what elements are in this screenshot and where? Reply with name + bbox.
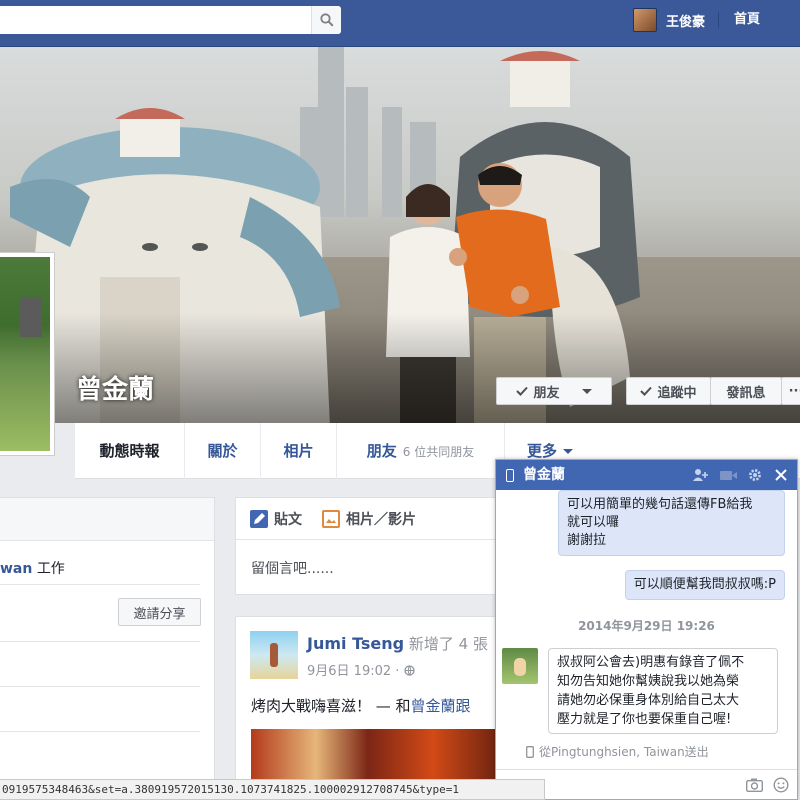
avatar[interactable] (502, 648, 538, 684)
post-composer: 貼文 相片／影片 留個言吧...... (235, 497, 495, 595)
divider (0, 731, 200, 732)
chat-date-divider: 2014年9月29日 19:26 (578, 619, 715, 633)
tab-about-label: 關於 (207, 442, 238, 460)
check-icon (640, 386, 653, 396)
photo-icon (322, 510, 340, 528)
post-date: 9月6日 19:02 · (307, 664, 400, 679)
divider (0, 584, 200, 585)
check-icon (516, 386, 529, 396)
tab-more-label: 更多 (526, 442, 557, 460)
intro-card-header (0, 498, 214, 541)
message-line: 叔叔阿公會去)明惠有錄音了佩不 (557, 655, 745, 670)
message-line: 請她勿必保重身体別給自己太大 (557, 693, 740, 708)
more-options-label: ··· (788, 383, 800, 399)
composer-input[interactable]: 留個言吧...... (251, 558, 334, 578)
composer-photo-label: 相片／影片 (346, 512, 416, 528)
work-info: wan 工作 (0, 558, 65, 578)
post-timestamp[interactable]: 9月6日 19:02 · (307, 660, 415, 679)
feed-post: Jumi Tseng 新增了 4 張 9月6日 19:02 · 烤肉大戰嗨喜滋！… (235, 616, 495, 800)
composer-post-label: 貼文 (274, 512, 302, 528)
message-button[interactable]: 發訊息 (710, 377, 782, 405)
cover-photo[interactable]: 曾金蘭 朋友 追蹤中 發訊息 ··· (0, 47, 800, 423)
divider (0, 641, 200, 642)
profile-picture[interactable] (0, 252, 55, 456)
follow-button-label: 追蹤中 (657, 385, 697, 401)
divider (0, 686, 200, 687)
work-label: 工作 (36, 561, 65, 577)
more-options-button[interactable]: ··· (781, 377, 800, 405)
tab-photos-label: 相片 (283, 442, 314, 460)
friend-button-label: 朋友 (533, 385, 560, 401)
sent-from-location: 從Pingtunghsien, Taiwan送出 (526, 743, 709, 760)
add-friend-icon[interactable] (692, 468, 708, 482)
composer-photo-tab[interactable]: 相片／影片 (322, 509, 416, 529)
message-button-label: 發訊息 (726, 385, 766, 401)
intro-card: wan 工作 邀請分享 (0, 497, 215, 800)
message-line: 就可以囉 (567, 515, 620, 530)
post-header: Jumi Tseng 新增了 4 張 (307, 633, 488, 654)
emoji-icon[interactable] (773, 777, 789, 793)
post-author-link[interactable]: Jumi Tseng (307, 634, 404, 653)
chat-message-incoming: 叔叔阿公會去)明惠有錄音了佩不 知勿告知她你幫姨說我以她為榮 請她勿必保重身体別… (548, 648, 778, 734)
tab-timeline-label: 動態時報 (99, 442, 160, 460)
home-link[interactable]: 首頁 (734, 8, 760, 32)
composer-tabs: 貼文 相片／影片 (236, 498, 495, 540)
follow-button[interactable]: 追蹤中 (626, 377, 711, 405)
globe-icon (403, 665, 415, 677)
search-box (0, 6, 341, 34)
chevron-down-icon (563, 449, 573, 454)
chat-header[interactable]: 曾金蘭 (496, 460, 797, 490)
workplace-link[interactable]: wan (0, 561, 32, 577)
composer-post-tab[interactable]: 貼文 (250, 509, 302, 529)
profile-picture-image (0, 257, 50, 451)
message-line: 壓力就是了你也要保重自己喔! (557, 712, 732, 727)
chat-title: 曾金蘭 (523, 467, 565, 483)
top-navigation-bar: 王俊豪 首頁 (0, 0, 800, 47)
tab-about[interactable]: 關於 (185, 423, 261, 479)
video-call-icon[interactable] (720, 470, 738, 481)
tagged-user-link[interactable]: 曾金蘭跟 (411, 697, 471, 715)
friend-button[interactable]: 朋友 (496, 377, 612, 405)
gear-icon[interactable] (748, 468, 762, 482)
sent-from-text: 從Pingtunghsien, Taiwan送出 (539, 745, 709, 759)
mobile-icon (506, 469, 514, 482)
user-profile-link[interactable]: 王俊豪 (633, 8, 705, 32)
user-name: 王俊豪 (666, 14, 706, 30)
cover-shade (0, 313, 800, 423)
message-line: 知勿告知她你幫姨說我以她為榮 (557, 674, 740, 689)
post-text-body: 烤肉大戰嗨喜滋！ — 和 (251, 697, 411, 715)
pencil-icon (250, 510, 268, 528)
chat-message-outgoing: 可以順便幫我問叔叔嗎:P (624, 570, 785, 600)
chevron-down-icon (581, 388, 592, 394)
message-line: 可以用簡單的幾句話還傳FB給我 (567, 497, 753, 512)
mobile-icon (526, 745, 534, 758)
link-status-bar: 0919575348463&set=a.380919572015130.1073… (0, 779, 545, 800)
avatar[interactable] (250, 631, 298, 679)
chat-window: 曾金蘭 可以用簡單的幾句話還傳FB給我 就可以囉 謝謝拉 可以順便幫我問叔叔嗎:… (495, 459, 798, 800)
nav-divider (718, 12, 719, 28)
search-input[interactable] (0, 6, 306, 34)
chat-message-outgoing: 可以用簡單的幾句話還傳FB給我 就可以囉 謝謝拉 (558, 490, 785, 556)
message-line: 可以順便幫我問叔叔嗎:P (633, 577, 776, 592)
search-button[interactable] (311, 6, 341, 34)
invite-share-label: 邀請分享 (133, 606, 186, 622)
mutual-friends-count: 6 位共同朋友 (402, 445, 475, 459)
tab-photos[interactable]: 相片 (261, 423, 337, 479)
tab-friends-label: 朋友 (366, 442, 397, 460)
avatar (633, 8, 657, 32)
invite-share-button[interactable]: 邀請分享 (118, 598, 201, 626)
post-text: 烤肉大戰嗨喜滋！ — 和曾金蘭跟 (251, 695, 471, 716)
camera-icon[interactable] (746, 778, 763, 792)
message-line: 謝謝拉 (567, 533, 607, 548)
close-icon[interactable] (775, 469, 787, 481)
tab-friends[interactable]: 朋友 6 位共同朋友 (337, 423, 505, 479)
search-icon (320, 13, 334, 27)
tab-timeline[interactable]: 動態時報 (75, 423, 185, 479)
profile-name: 曾金蘭 (76, 375, 155, 405)
post-action-text: 新增了 4 張 (408, 635, 488, 653)
